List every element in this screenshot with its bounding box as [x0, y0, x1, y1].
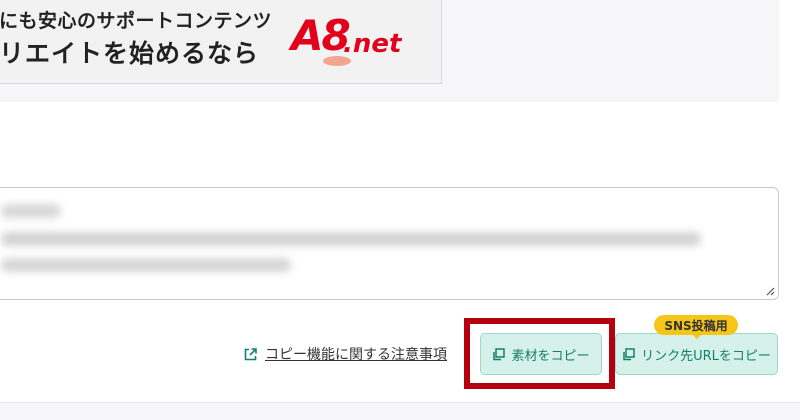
- banner-headline: リエイトを始めるなら: [0, 39, 260, 68]
- footer-band: [0, 402, 800, 420]
- copy-notice-label: コピー機能に関する注意事項: [265, 347, 447, 363]
- sns-badge-pointer: [692, 334, 702, 339]
- banner-area: にも安心のサポートコンテンツ リエイトを始めるなら A8 .net: [0, 0, 779, 102]
- copy-link-url-label: リンク先URLをコピー: [641, 348, 771, 364]
- sns-badge: SNS投稿用: [654, 315, 738, 335]
- logo-main: A8: [291, 11, 351, 60]
- external-link-icon: [243, 347, 258, 362]
- logo-suffix: .net: [343, 29, 402, 59]
- banner-tagline: にも安心のサポートコンテンツ: [0, 10, 273, 32]
- copy-icon: [622, 347, 635, 361]
- material-code-textarea[interactable]: [0, 187, 779, 300]
- highlight-box: [464, 318, 615, 389]
- a8-banner[interactable]: にも安心のサポートコンテンツ リエイトを始めるなら A8 .net: [0, 0, 442, 84]
- a8-logo: A8 .net: [291, 6, 431, 70]
- copy-link-url-button[interactable]: リンク先URLをコピー: [615, 333, 778, 375]
- resize-grip-icon[interactable]: [766, 287, 775, 296]
- blurred-text-line: [1, 204, 61, 218]
- copy-notice-link[interactable]: コピー機能に関する注意事項: [243, 344, 461, 364]
- blurred-text-line: [1, 232, 701, 246]
- page: にも安心のサポートコンテンツ リエイトを始めるなら A8 .net コピー機能に…: [0, 0, 800, 420]
- blurred-text-line: [1, 258, 291, 272]
